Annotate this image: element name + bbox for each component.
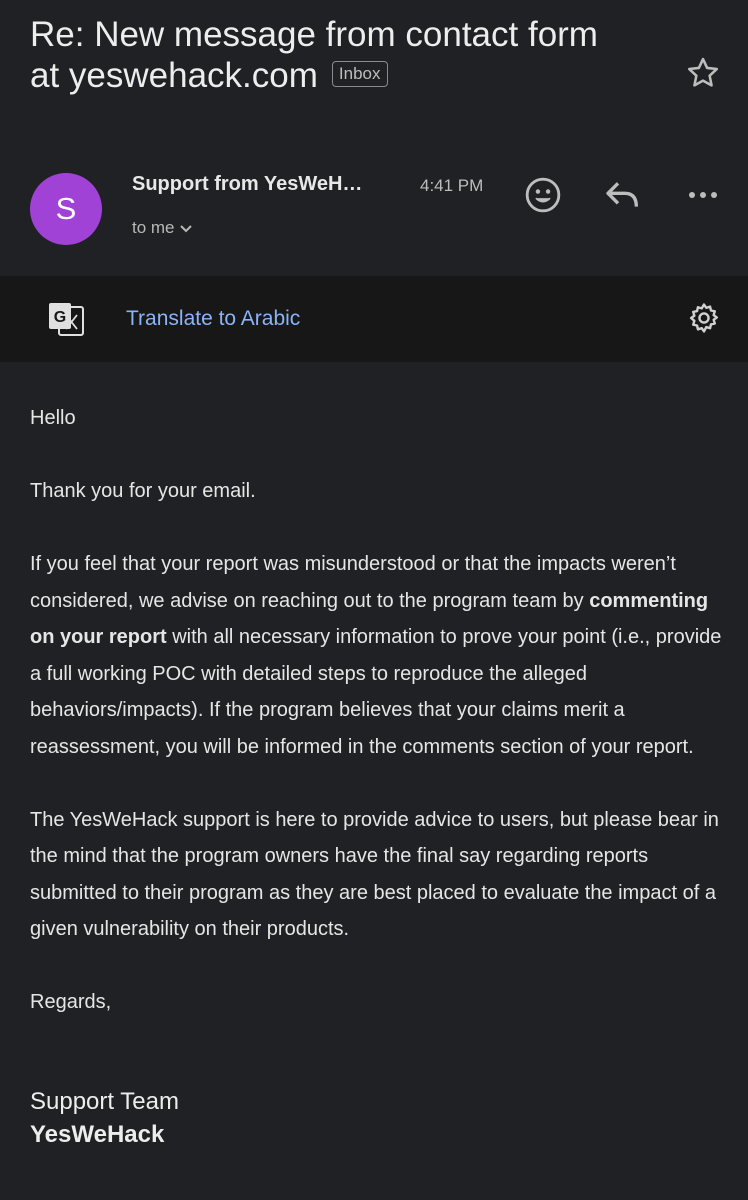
closing: Regards, bbox=[30, 991, 112, 1013]
signature-company: YesWeHack bbox=[30, 1121, 165, 1148]
greeting: Hello bbox=[30, 407, 76, 429]
emoji-icon[interactable] bbox=[524, 176, 562, 214]
recipient-label: to me bbox=[132, 218, 175, 237]
sender-name[interactable]: Support from YesWeH… bbox=[132, 173, 362, 196]
message-time: 4:41 PM bbox=[420, 176, 484, 195]
translate-bar bbox=[0, 276, 748, 362]
thanks-line: Thank you for your email. bbox=[30, 480, 256, 502]
more-vert-icon[interactable] bbox=[687, 189, 719, 201]
gear-icon[interactable] bbox=[687, 301, 721, 335]
signature: Support Team YesWeHack bbox=[30, 1085, 179, 1151]
paragraph-advice: If you feel that your report was misunde… bbox=[30, 546, 730, 765]
email-subject: Re: New message from contact form at yes… bbox=[30, 14, 670, 96]
avatar[interactable]: S bbox=[30, 173, 102, 245]
translate-icon[interactable]: G bbox=[47, 301, 85, 337]
star-icon[interactable] bbox=[684, 54, 722, 92]
paragraph-support: The YesWeHack support is here to provide… bbox=[30, 808, 719, 941]
recipient-details[interactable]: to me bbox=[132, 218, 193, 238]
svg-text:G: G bbox=[54, 309, 66, 326]
signature-team: Support Team bbox=[30, 1088, 179, 1115]
inbox-label[interactable]: Inbox bbox=[331, 60, 388, 87]
translate-link[interactable]: Translate to Arabic bbox=[126, 307, 300, 331]
message-body: Hello Thank you for your email. If you f… bbox=[30, 400, 730, 1021]
chevron-down-icon bbox=[179, 224, 192, 232]
paragraph-advice-start: If you feel that your report was misunde… bbox=[30, 553, 676, 612]
subject-line-1: Re: New message from contact form bbox=[30, 15, 598, 54]
reply-icon[interactable] bbox=[603, 178, 643, 212]
subject-line-2: at yeswehack.com bbox=[30, 56, 318, 95]
